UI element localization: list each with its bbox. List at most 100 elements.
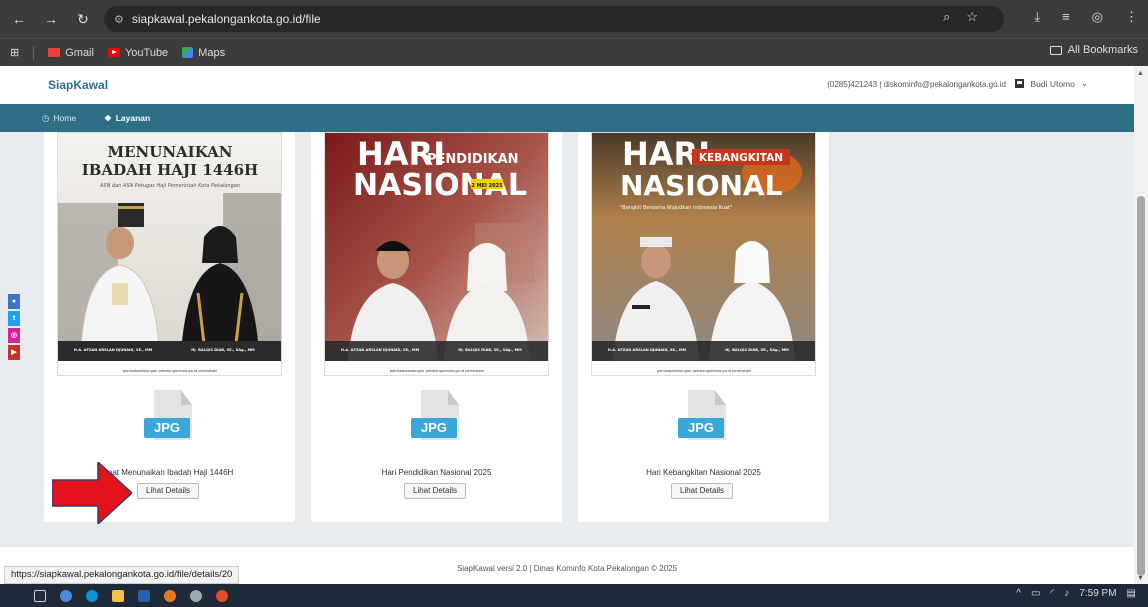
chrome-icon[interactable] xyxy=(216,589,228,602)
poster-line2: IBADAH HAJI 1446H xyxy=(82,161,258,179)
jpg-file-icon: JPG xyxy=(678,390,732,448)
scroll-up-icon[interactable]: ▲ xyxy=(1137,70,1144,77)
site-info-icon[interactable]: ⚙ xyxy=(114,13,124,26)
lihat-details-button[interactable]: Lihat Details xyxy=(404,483,467,499)
browser-toolbar: ← → ↻ ⚙ siapkawal.pekalongankota.go.id/f… xyxy=(0,0,1148,38)
network-icon[interactable]: ▭ xyxy=(1031,588,1040,599)
bookmark-divider xyxy=(33,45,35,60)
forward-icon[interactable]: → xyxy=(44,11,58,28)
youtube-icon xyxy=(107,48,120,57)
lihat-details-button[interactable]: Lihat Details xyxy=(671,483,734,499)
jpg-file-icon: JPG xyxy=(144,390,198,448)
notification-icon[interactable]: ▤ xyxy=(1127,588,1136,599)
back-icon[interactable]: ← xyxy=(12,11,26,28)
brand-logo[interactable]: SiapKawal xyxy=(48,78,108,92)
bookmark-gmail[interactable]: Gmail xyxy=(48,47,94,59)
gmail-icon xyxy=(48,48,61,57)
user-menu[interactable]: Budi Utomo ⌄ xyxy=(1015,78,1088,89)
bookmark-maps[interactable]: Maps xyxy=(182,47,225,59)
task-view-icon[interactable] xyxy=(34,589,46,602)
youtube-social-icon[interactable]: ▶ xyxy=(8,345,20,360)
user-icon xyxy=(1015,79,1025,88)
twitter-icon[interactable]: t xyxy=(8,311,20,326)
chevron-down-icon: ⌄ xyxy=(1080,78,1088,88)
file-grid: MENUNAIKAN IBADAH HAJI 1446H ASN dan ASN… xyxy=(0,132,1134,584)
wifi-icon[interactable]: ◜ xyxy=(1050,588,1054,599)
windows-start-icon[interactable] xyxy=(8,590,20,602)
poster-name-right: Hj. BALQIS DIAB, SE., SAg., MM xyxy=(458,348,522,352)
file-title: Hari Pendidikan Nasional 2025 xyxy=(381,468,492,477)
poster-footer: pemkotpekalongan pekalongankota.go.id pe… xyxy=(657,369,751,373)
file-type-tag: JPG xyxy=(678,418,724,438)
main-navbar: ◷ Home ❖ Layanan xyxy=(0,104,1134,132)
address-bar[interactable]: ⚙ siapkawal.pekalongankota.go.id/file xyxy=(104,6,1004,32)
file-fold xyxy=(715,390,726,405)
file-title: Hari Kebangkitan Nasional 2025 xyxy=(646,468,761,477)
poster-date: 2 MEI 2025 xyxy=(471,183,503,189)
nav-home[interactable]: ◷ Home xyxy=(42,113,76,124)
settings-icon[interactable] xyxy=(190,589,202,602)
poster-footer: pemkotpekalongan pekalongankota.go.id pe… xyxy=(123,369,217,373)
file-explorer-icon[interactable] xyxy=(112,589,124,602)
bookmark-youtube[interactable]: YouTube xyxy=(107,47,168,59)
poster-pendidikan[interactable]: HARI PENDIDIKAN NASIONAL 2 MEI 2025 H.A.… xyxy=(324,132,549,376)
file-card: HARI KEBANGKITAN NASIONAL "Bangkit Bersa… xyxy=(578,132,829,522)
bookmark-star-icon[interactable]: ☆ xyxy=(966,9,978,25)
chevron-up-icon[interactable]: ^ xyxy=(1016,588,1021,599)
windows-taskbar: ^ ▭ ◜ ♪ 7:59 PM ▤ xyxy=(0,584,1148,607)
poster-name-left: H.A. AFZAN ARSLAN DJUNAID, SE., MM xyxy=(341,348,420,352)
app-header: SiapKawal (0285)421243 | diskominfo@peka… xyxy=(0,66,1134,104)
maps-icon xyxy=(182,47,194,58)
bookmarks-bar: ⊞ Gmail YouTube Maps xyxy=(0,38,1148,66)
menu-icon[interactable]: ⋮ xyxy=(1125,9,1138,25)
poster-footer: pemkotpekalongan pekalongankota.go.id pe… xyxy=(390,369,484,373)
instagram-icon[interactable]: ◎ xyxy=(8,328,20,343)
file-card: HARI PENDIDIKAN NASIONAL 2 MEI 2025 H.A.… xyxy=(311,132,562,522)
file-type-tag: JPG xyxy=(144,418,190,438)
copilot-icon[interactable] xyxy=(60,589,72,602)
poster-name-right: Hj. BALQIS DIAB, SE., SAg., MM xyxy=(725,348,789,352)
poster-tagline: "Bangkit Bersama Wujudkan Indonesia Kuat… xyxy=(620,205,732,211)
file-fold xyxy=(448,390,459,405)
url-text: siapkawal.pekalongankota.go.id/file xyxy=(131,12,321,26)
word-icon[interactable] xyxy=(138,589,150,602)
lihat-details-button[interactable]: Lihat Details xyxy=(137,483,200,499)
poster-name-right: Hj. BALQIS DIAB, SE., SAg., MM xyxy=(191,348,255,352)
web-icon[interactable]: ● xyxy=(8,294,20,309)
poster-nasional: NASIONAL xyxy=(620,169,783,202)
download-icon[interactable]: ⤓ xyxy=(1034,9,1040,25)
nav-layanan[interactable]: ❖ Layanan xyxy=(104,113,150,124)
reload-icon[interactable]: ↻ xyxy=(76,11,90,28)
poster-sub: ASN dan ASN Petugas Haji Pemerintah Kota… xyxy=(99,183,240,189)
profile-icon[interactable]: ◎ xyxy=(1092,9,1103,25)
scroll-thumb[interactable] xyxy=(1137,196,1145,576)
poster-haji[interactable]: MENUNAIKAN IBADAH HAJI 1446H ASN dan ASN… xyxy=(57,132,282,376)
clock[interactable]: 7:59 PM xyxy=(1079,588,1116,599)
volume-icon[interactable]: ♪ xyxy=(1064,588,1069,599)
poster-name-left: H.A. AFZAN ARSLAN DJUNAID, SE., MM xyxy=(74,348,153,352)
paint-icon[interactable] xyxy=(164,589,176,602)
layers-icon: ❖ xyxy=(104,112,112,123)
folder-icon xyxy=(1049,45,1062,55)
apps-icon[interactable]: ⊞ xyxy=(10,46,19,59)
social-sidebar: ● t ◎ ▶ xyxy=(8,294,20,360)
contact-info: (0285)421243 | diskominfo@pekalongankota… xyxy=(827,80,1006,89)
scroll-down-icon[interactable]: ▼ xyxy=(1137,575,1144,582)
reading-list-icon[interactable]: ≡ xyxy=(1062,9,1070,25)
status-url-bar: https://siapkawal.pekalongankota.go.id/f… xyxy=(4,566,240,584)
edge-icon[interactable] xyxy=(86,589,98,602)
clock-icon: ◷ xyxy=(42,112,50,123)
file-fold xyxy=(181,390,192,405)
jpg-file-icon: JPG xyxy=(411,390,465,448)
poster-kebangkitan[interactable]: HARI KEBANGKITAN NASIONAL "Bangkit Bersa… xyxy=(591,132,816,376)
zoom-icon[interactable]: ⌕ xyxy=(943,9,950,25)
page-scrollbar[interactable]: ▲ ▼ xyxy=(1134,66,1148,584)
poster-sub: PENDIDIKAN xyxy=(427,152,519,167)
file-type-tag: JPG xyxy=(411,418,457,438)
all-bookmarks[interactable]: All Bookmarks xyxy=(1049,44,1138,56)
poster-line1: MENUNAIKAN xyxy=(108,143,233,161)
poster-sub: KEBANGKITAN xyxy=(699,152,783,164)
red-arrow-annotation xyxy=(52,462,132,524)
system-tray: ^ ▭ ◜ ♪ 7:59 PM ▤ xyxy=(1016,588,1136,599)
poster-name-left: H.A. AFZAN ARSLAN DJUNAID, SE., MM xyxy=(608,348,687,352)
